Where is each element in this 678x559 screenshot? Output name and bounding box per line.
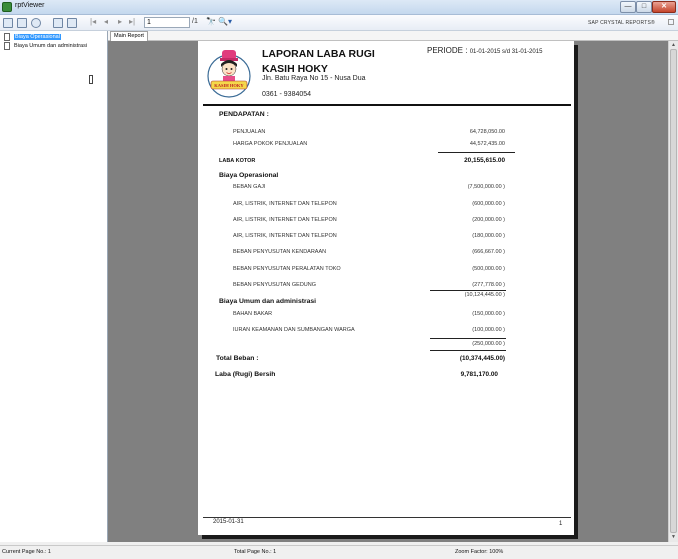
last-page-button[interactable]: ▸| — [129, 17, 135, 26]
total-beban-label: Total Beban : — [216, 355, 259, 362]
find-icon[interactable]: 🔭 — [206, 17, 216, 26]
tree-item-label: Biaya Operasional — [14, 34, 61, 40]
company-name: KASIH HOKY — [262, 63, 328, 75]
minimize-button[interactable]: — — [620, 1, 636, 13]
hpp-value: 44,572,435.00 — [469, 141, 505, 147]
status-zoom: Zoom Factor: 100% — [455, 549, 504, 555]
sap-crystal-reports-label: SAP CRYSTAL REPORTS® — [588, 20, 655, 26]
report-title: LAPORAN LABA RUGI — [262, 48, 375, 60]
operasional-total: (10,124,445.00 ) — [464, 292, 505, 298]
status-bar: Current Page No.: 1 Total Page No.: 1 Zo… — [0, 545, 678, 559]
status-current-page: Current Page No.: 1 — [2, 549, 51, 555]
laba-bersih-value: 9,781,170.00 — [460, 371, 498, 378]
biaya-umum-header: Biaya Umum dan administrasi — [219, 298, 317, 305]
pendapatan-header: PENDAPATAN : — [219, 111, 269, 118]
status-total-page: Total Page No.: 1 — [234, 549, 277, 555]
operasional-underline — [430, 290, 506, 291]
expense-label: AIR, LISTRIK, INTERNET DAN TELEPON — [233, 233, 337, 239]
footer-date: 2015-01-31 — [213, 519, 244, 525]
close-button[interactable]: ✕ — [652, 1, 676, 13]
text-cursor-icon — [89, 75, 93, 84]
export-icon[interactable] — [3, 18, 13, 28]
toggle-parameters-icon[interactable] — [67, 18, 77, 28]
maximize-button[interactable]: □ — [636, 1, 652, 13]
umum-total: (250,000.00 ) — [472, 341, 505, 347]
tree-item-biaya-umum[interactable]: Biaya Umum dan administrasi — [4, 42, 87, 51]
expense-label: IURAN KEAMANAN DAN SUMBANGAN WARGA — [233, 327, 355, 333]
subtotal-underline — [438, 152, 515, 153]
expense-label: AIR, LISTRIK, INTERNET DAN TELEPON — [233, 201, 337, 207]
expense-value: (200,000.00 ) — [472, 217, 505, 223]
company-phone: 0361 - 9384054 — [262, 91, 312, 98]
period-value: 01-01-2015 s/d 31-01-2015 — [469, 49, 543, 55]
document-icon — [4, 33, 10, 41]
expense-label: AIR, LISTRIK, INTERNET DAN TELEPON — [233, 217, 337, 223]
toggle-group-tree-icon[interactable] — [53, 18, 63, 28]
next-page-button[interactable]: ▸ — [118, 17, 122, 26]
expense-value: (500,000.00 ) — [472, 266, 505, 272]
header-divider — [203, 104, 571, 106]
expense-value: (277,778.00 ) — [472, 282, 505, 288]
laba-kotor-value: 20,155,615.00 — [464, 157, 505, 164]
refresh-icon[interactable] — [31, 18, 41, 28]
first-page-button[interactable]: |◂ — [90, 17, 96, 26]
zoom-icon[interactable]: 🔍▾ — [218, 17, 232, 26]
tree-item-biaya-operasional[interactable]: Biaya Operasional — [4, 33, 61, 42]
report-tab-bar: Main Report — [108, 31, 678, 41]
expense-value: (7,500,000.00 ) — [467, 184, 505, 190]
expense-value: (100,000.00 ) — [472, 327, 505, 333]
window-titlebar: rptViewer — □ ✕ — [0, 0, 678, 15]
period-heading: PERIODE : 01-01-2015 s/d 31-01-2015 — [427, 46, 542, 55]
footer-divider — [203, 517, 571, 518]
expense-value: (150,000.00 ) — [472, 311, 505, 317]
document-icon — [4, 42, 10, 50]
expense-value: (600,000.00 ) — [472, 201, 505, 207]
expense-value: (180,000.00 ) — [472, 233, 505, 239]
app-icon — [2, 2, 12, 12]
expense-label: BEBAN GAJI — [233, 184, 266, 190]
window-title: rptViewer — [15, 2, 45, 9]
print-icon[interactable] — [17, 18, 27, 28]
penjualan-label: PENJUALAN — [233, 129, 266, 135]
page-number-input[interactable]: 1 — [144, 17, 190, 28]
expense-label: BAHAN BAKAR — [233, 311, 273, 317]
scroll-thumb[interactable] — [670, 49, 677, 533]
scroll-down-arrow[interactable]: ▼ — [671, 534, 676, 540]
logo-text: KASIH HOKY — [214, 83, 244, 88]
scroll-up-arrow[interactable]: ▲ — [671, 42, 676, 48]
company-address: Jln. Batu Raya No 15 - Nusa Dua — [262, 75, 366, 82]
biaya-operasional-header: Biaya Operasional — [219, 172, 279, 179]
expense-value: (666,667.00 ) — [472, 249, 505, 255]
penjualan-value: 64,728,050.00 — [469, 129, 505, 135]
toolbar-close-icon[interactable] — [668, 19, 674, 25]
tab-main-report[interactable]: Main Report — [110, 31, 148, 41]
total-underline — [430, 350, 506, 351]
group-tree-panel: Biaya Operasional Biaya Umum dan adminis… — [0, 31, 108, 542]
report-page: KASIH HOKY LAPORAN LABA RUGI PERIODE : 0… — [198, 41, 574, 535]
total-beban-value: (10,374,445.00) — [459, 355, 505, 362]
tree-item-label: Biaya Umum dan administrasi — [14, 43, 88, 49]
umum-underline — [430, 338, 506, 339]
expense-label: BEBAN PENYUSUTAN KENDARAAN — [233, 249, 327, 255]
laba-kotor-label: LABA KOTOR — [219, 158, 256, 164]
period-label: PERIODE : — [427, 46, 468, 55]
expense-label: BEBAN PENYUSUTAN PERALATAN TOKO — [233, 266, 341, 272]
page-total: /1 — [192, 18, 198, 25]
previous-page-button[interactable]: ◂ — [104, 17, 108, 26]
expense-label: BEBAN PENYUSUTAN GEDUNG — [233, 282, 317, 288]
footer-page-number: 1 — [559, 521, 563, 527]
laba-bersih-label: Laba (Rugi) Bersih — [215, 371, 276, 378]
hpp-label: HARGA POKOK PENJUALAN — [233, 141, 308, 147]
company-logo: KASIH HOKY — [207, 50, 251, 98]
vertical-scrollbar[interactable]: ▲ ▼ — [668, 41, 678, 542]
report-toolbar: |◂ ◂ ▸ ▸| 1 /1 🔭 🔍▾ SAP CRYSTAL REPORTS® — [0, 15, 678, 31]
